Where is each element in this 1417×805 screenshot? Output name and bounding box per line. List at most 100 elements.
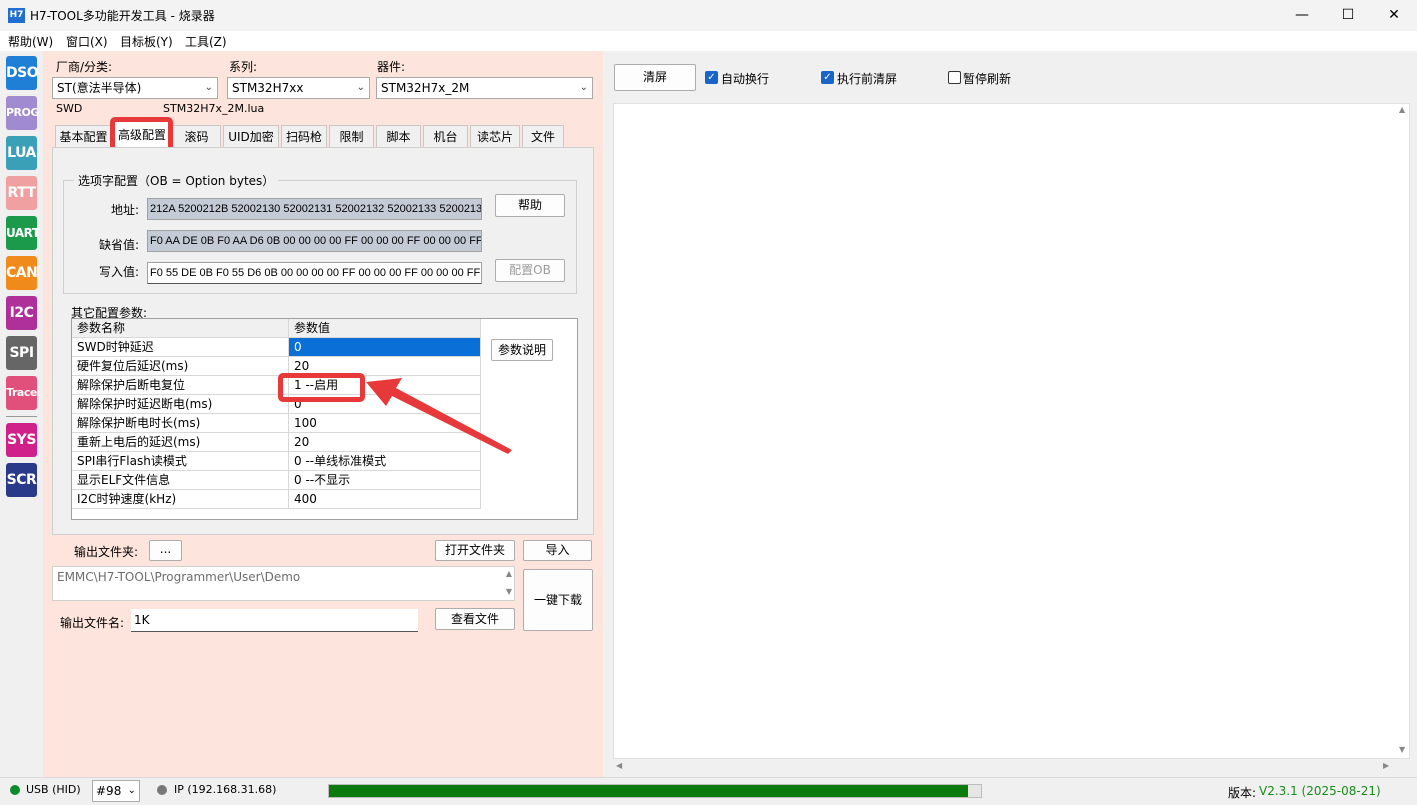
param-name: SPI串行Flash读模式 [72, 452, 289, 471]
log-vertical-scrollbar[interactable]: ▲ ▼ [1397, 103, 1411, 759]
sidebar-lua[interactable]: LUA [6, 136, 37, 170]
scroll-up-icon[interactable]: ▲ [1399, 105, 1405, 114]
tab-scanner[interactable]: 扫码枪 [281, 125, 327, 147]
tab-machine[interactable]: 机台 [423, 125, 468, 147]
tab-read-chip[interactable]: 读芯片 [470, 125, 520, 147]
param-name: 显示ELF文件信息 [72, 471, 289, 490]
sidebar-scr[interactable]: SCR [6, 463, 37, 497]
table-row[interactable]: 显示ELF文件信息 0 --不显示 [72, 471, 481, 490]
one-click-download-button[interactable]: 一键下载 [523, 569, 593, 631]
version-label: 版本: [1228, 786, 1257, 800]
series-select[interactable]: STM32H7xx ⌄ [227, 77, 370, 99]
help-button[interactable]: 帮助 [495, 194, 565, 217]
output-filename-label: 输出文件名: [60, 616, 125, 630]
sidebar-prog[interactable]: PROG [6, 96, 39, 130]
sidebar-can[interactable]: CAN [6, 256, 38, 290]
table-row[interactable]: I2C时钟速度(kHz) 400 [72, 490, 481, 509]
grid-header: 参数名称 参数值 [72, 319, 481, 338]
tab-script[interactable]: 脚本 [376, 125, 421, 147]
scroll-right-icon[interactable]: ▶ [1383, 761, 1389, 770]
sidebar-dso[interactable]: DSO [6, 56, 39, 90]
col-header-name[interactable]: 参数名称 [72, 319, 289, 338]
param-value[interactable]: 0 --不显示 [289, 471, 481, 490]
import-button[interactable]: 导入 [523, 540, 592, 561]
sidebar-trace[interactable]: Trace [6, 376, 37, 410]
config-ob-button[interactable]: 配置OB [495, 259, 565, 282]
device-select[interactable]: STM32H7x_2M ⌄ [376, 77, 593, 99]
pause-refresh-checkbox[interactable] [948, 71, 961, 84]
sidebar-spi[interactable]: SPI [6, 336, 37, 370]
param-name: 硬件复位后延迟(ms) [72, 357, 289, 376]
vendor-label: 厂商/分类: [56, 60, 113, 74]
auto-wrap-checkbox[interactable]: ✓ [705, 71, 718, 84]
sidebar-i2c[interactable]: I2C [6, 296, 37, 330]
maximize-button[interactable]: ☐ [1325, 0, 1371, 31]
param-name: 解除保护时延迟断电(ms) [72, 395, 289, 414]
sidebar-sys[interactable]: SYS [6, 423, 37, 457]
write-value-field[interactable]: F0 55 DE 0B F0 55 D6 0B 00 00 00 00 FF 0… [147, 262, 482, 284]
param-name: I2C时钟速度(kHz) [72, 490, 289, 509]
tab-basic-config[interactable]: 基本配置 [55, 125, 112, 147]
close-button[interactable]: ✕ [1371, 0, 1417, 31]
series-value: STM32H7xx [232, 81, 304, 95]
open-folder-button[interactable]: 打开文件夹 [435, 540, 515, 561]
clear-screen-button[interactable]: 清屏 [614, 64, 696, 91]
usb-status-icon [10, 785, 20, 795]
param-name: 解除保护后断电复位 [72, 376, 289, 395]
scroll-up-icon[interactable]: ▲ [506, 569, 512, 578]
table-row[interactable]: SWD时钟延迟 0 [72, 338, 481, 357]
col-header-value[interactable]: 参数值 [289, 319, 481, 338]
browse-folder-button[interactable]: ... [149, 540, 182, 561]
device-label: 器件: [377, 60, 406, 74]
title-bar: H7 H7-TOOL多功能开发工具 - 烧录器 — ☐ ✕ [0, 0, 1417, 31]
menu-bar: 帮助(W) 窗口(X) 目标板(Y) 工具(Z) [0, 31, 1417, 51]
sidebar-uart[interactable]: UART [6, 216, 40, 250]
progress-fill [329, 785, 968, 797]
version-value: V2.3.1 (2025-08-21) [1259, 784, 1381, 798]
usb-status-label: USB (HID) [26, 783, 81, 796]
auto-wrap-label: 自动换行 [721, 72, 770, 86]
address-field: 212A 5200212B 52002130 52002131 52002132… [147, 198, 482, 220]
log-horizontal-scrollbar[interactable]: ◀ ▶ [613, 760, 1397, 774]
device-value: STM32H7x_2M [381, 81, 470, 95]
pause-refresh-label: 暂停刷新 [963, 72, 1012, 86]
param-explain-button[interactable]: 参数说明 [491, 339, 553, 361]
scroll-down-icon[interactable]: ▼ [1399, 745, 1405, 754]
menu-target-board[interactable]: 目标板(Y) [120, 33, 173, 50]
value-highlight-box [278, 373, 365, 402]
param-value[interactable]: 400 [289, 490, 481, 509]
clear-before-exec-label: 执行前清屏 [837, 72, 898, 86]
module-sidebar: DSO PROG LUA RTT UART CAN I2C SPI Trace … [0, 51, 43, 777]
scroll-down-icon[interactable]: ▼ [506, 587, 512, 596]
address-label: 地址: [111, 203, 140, 217]
tab-limit[interactable]: 限制 [329, 125, 374, 147]
sidebar-rtt[interactable]: RTT [6, 176, 37, 210]
param-name: 重新上电后的延迟(ms) [72, 433, 289, 452]
tab-file[interactable]: 文件 [522, 125, 564, 147]
clear-before-exec-checkbox[interactable]: ✓ [821, 71, 834, 84]
tab-uid-encrypt[interactable]: UID加密 [223, 125, 279, 147]
minimize-button[interactable]: — [1279, 0, 1325, 31]
vendor-select[interactable]: ST(意法半导体) ⌄ [52, 77, 218, 99]
status-bar: USB (HID) #98 ⌄ IP (192.168.31.68) 版本: V2… [0, 777, 1417, 805]
vendor-value: ST(意法半导体) [57, 81, 142, 95]
param-value-selected[interactable]: 0 [289, 338, 481, 357]
tab-rolling-code[interactable]: 滚码 [172, 125, 221, 147]
menu-tools[interactable]: 工具(Z) [185, 33, 227, 50]
view-file-button[interactable]: 查看文件 [435, 608, 515, 630]
output-path-box[interactable]: EMMC\H7-TOOL\Programmer\User\Demo ▲ ▼ [52, 566, 515, 601]
default-value-label: 缺省值: [99, 238, 140, 252]
write-value-label: 写入值: [99, 265, 140, 279]
interface-label: SWD [56, 102, 83, 115]
default-value-field: F0 AA DE 0B F0 AA D6 0B 00 00 00 00 FF 0… [147, 230, 482, 252]
chevron-down-icon: ⌄ [127, 785, 136, 796]
output-filename-input[interactable]: 1K [131, 609, 418, 632]
output-path-text: EMMC\H7-TOOL\Programmer\User\Demo [57, 570, 301, 584]
log-output[interactable] [613, 103, 1410, 759]
ip-status-label: IP (192.168.31.68) [174, 783, 277, 796]
progress-bar [328, 784, 982, 798]
port-select[interactable]: #98 ⌄ [92, 780, 140, 802]
menu-help[interactable]: 帮助(W) [8, 33, 53, 50]
menu-window[interactable]: 窗口(X) [66, 33, 108, 50]
scroll-left-icon[interactable]: ◀ [616, 761, 622, 770]
